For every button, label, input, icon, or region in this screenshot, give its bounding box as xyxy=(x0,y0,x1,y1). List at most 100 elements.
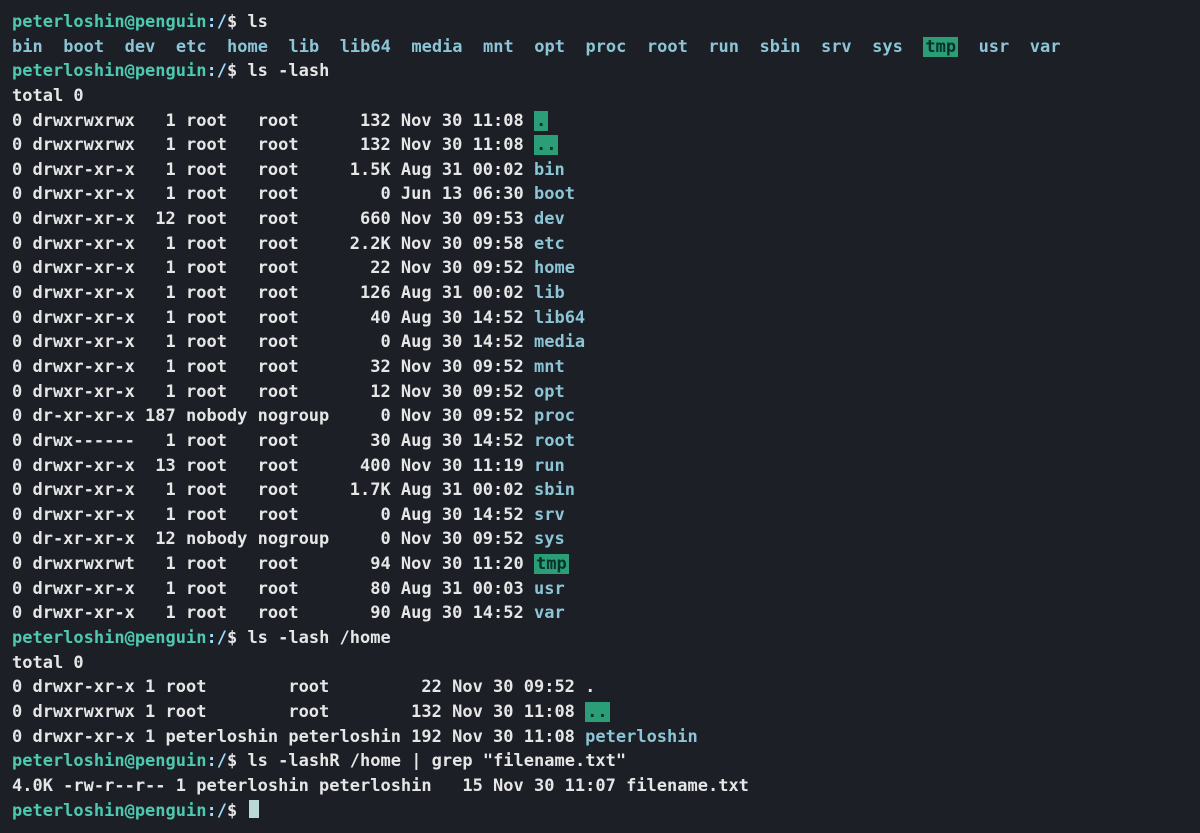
listing-row: 0 drwx------ 1 root root 30 Aug 30 14:52… xyxy=(12,429,1188,454)
ls-dir-proc: proc xyxy=(585,37,626,57)
list-row: 0 drwxrwxrwt 1 root root 94 Nov 30 11:20 xyxy=(12,554,534,574)
ls-dir-tmp: tmp xyxy=(923,37,958,57)
list-row: 0 drwxr-xr-x 1 root root 22 Nov 30 09:52 xyxy=(12,677,585,697)
prompt-path: :/ xyxy=(206,751,226,771)
ls-dir-mnt: mnt xyxy=(483,37,514,57)
list-row: 0 drwxr-xr-x 1 root root 80 Aug 31 00:03 xyxy=(12,579,534,599)
prompt-symbol: $ xyxy=(227,751,247,771)
grep-output: 4.0K -rw-r--r-- 1 peterloshin peterloshi… xyxy=(12,776,749,796)
listing-row: 0 drwxr-xr-x 1 root root 1.5K Aug 31 00:… xyxy=(12,158,1188,183)
file-name: . xyxy=(534,111,548,131)
listing-row: 0 drwxr-xr-x 12 root root 660 Nov 30 09:… xyxy=(12,207,1188,232)
ls-dir-lib64: lib64 xyxy=(340,37,391,57)
list-row: 0 drwxr-xr-x 1 root root 126 Aug 31 00:0… xyxy=(12,283,534,303)
total-line: total 0 xyxy=(12,653,84,673)
prompt-symbol: $ xyxy=(227,628,247,648)
ls-dir-run: run xyxy=(708,37,739,57)
command-ls: ls xyxy=(247,12,267,32)
prompt-user: peterloshin@penguin xyxy=(12,628,206,648)
list-row: 0 drwxr-xr-x 12 root root 660 Nov 30 09:… xyxy=(12,209,534,229)
listing-row: 0 drwxr-xr-x 1 root root 126 Aug 31 00:0… xyxy=(12,281,1188,306)
listing-row: 0 drwxr-xr-x 1 root root 12 Nov 30 09:52… xyxy=(12,380,1188,405)
listing-row: 0 drwxr-xr-x 1 root root 22 Nov 30 09:52… xyxy=(12,675,1188,700)
file-name: sys xyxy=(534,529,565,549)
prompt-user: peterloshin@penguin xyxy=(12,801,206,821)
file-name: home xyxy=(534,258,575,278)
listing-row: 0 drwxr-xr-x 1 root root 0 Aug 30 14:52 … xyxy=(12,503,1188,528)
file-name: usr xyxy=(534,579,565,599)
listing-row: 0 drwxr-xr-x 1 root root 2.2K Nov 30 09:… xyxy=(12,232,1188,257)
prompt-user: peterloshin@penguin xyxy=(12,12,206,32)
file-name: etc xyxy=(534,234,565,254)
ls-dir-lib: lib xyxy=(288,37,319,57)
prompt-line: peterloshin@penguin:/$ ls xyxy=(12,10,1188,35)
list-row: 0 drwxrwxrwx 1 root root 132 Nov 30 11:0… xyxy=(12,135,534,155)
listing-row: 0 drwxr-xr-x 1 root root 90 Aug 30 14:52… xyxy=(12,601,1188,626)
prompt-line: peterloshin@penguin:/$ ls -lash xyxy=(12,59,1188,84)
listing-row: 0 dr-xr-xr-x 187 nobody nogroup 0 Nov 30… xyxy=(12,404,1188,429)
ls-dir-usr: usr xyxy=(979,37,1010,57)
prompt-path: :/ xyxy=(206,12,226,32)
file-name: peterloshin xyxy=(585,727,698,747)
ls-dir-boot: boot xyxy=(63,37,104,57)
file-name: .. xyxy=(534,135,558,155)
list-row: 0 drwxr-xr-x 1 root root 40 Aug 30 14:52 xyxy=(12,308,534,328)
prompt-line: peterloshin@penguin:/$ ls -lash /home xyxy=(12,626,1188,651)
prompt-path: :/ xyxy=(206,628,226,648)
ls-dir-root: root xyxy=(647,37,688,57)
list-row: 0 drwxr-xr-x 13 root root 400 Nov 30 11:… xyxy=(12,456,534,476)
list-row: 0 drwxr-xr-x 1 root root 0 Jun 13 06:30 xyxy=(12,184,534,204)
file-name: dev xyxy=(534,209,565,229)
file-name: . xyxy=(585,677,595,697)
file-name: run xyxy=(534,456,565,476)
listing-row: 0 drwxr-xr-x 1 peterloshin peterloshin 1… xyxy=(12,725,1188,750)
file-name: lib xyxy=(534,283,565,303)
file-name: proc xyxy=(534,406,575,426)
listing-row: 0 drwxr-xr-x 1 root root 0 Jun 13 06:30 … xyxy=(12,182,1188,207)
ls-output: bin boot dev etc home lib lib64 media mn… xyxy=(12,35,1188,60)
listing-row: 0 drwxrwxrwx 1 root root 132 Nov 30 11:0… xyxy=(12,700,1188,725)
file-name: media xyxy=(534,332,585,352)
listing-row: 0 drwxrwxrwx 1 root root 132 Nov 30 11:0… xyxy=(12,133,1188,158)
command-ls-lash-home: ls -lash /home xyxy=(247,628,390,648)
ls-dir-etc: etc xyxy=(176,37,207,57)
ls-dir-media: media xyxy=(411,37,462,57)
prompt-user: peterloshin@penguin xyxy=(12,751,206,771)
list-row: 0 drwxr-xr-x 1 root root 1.7K Aug 31 00:… xyxy=(12,480,534,500)
ls-dir-sys: sys xyxy=(872,37,903,57)
command-grep: ls -lashR /home | grep "filename.txt" xyxy=(247,751,626,771)
file-name: lib64 xyxy=(534,308,585,328)
prompt-symbol: $ xyxy=(227,12,247,32)
list-row: 0 drwxrwxrwx 1 root root 132 Nov 30 11:0… xyxy=(12,111,534,131)
list-row: 0 drwxrwxrwx 1 root root 132 Nov 30 11:0… xyxy=(12,702,585,722)
list-row: 0 drwxr-xr-x 1 root root 0 Aug 30 14:52 xyxy=(12,505,534,525)
prompt-line: peterloshin@penguin:/$ xyxy=(12,799,1188,824)
total-line: total 0 xyxy=(12,86,84,106)
cursor[interactable] xyxy=(249,800,259,818)
terminal[interactable]: peterloshin@penguin:/$ lsbin boot dev et… xyxy=(0,0,1200,833)
file-name: root xyxy=(534,431,575,451)
listing-row: 0 drwxrwxrwt 1 root root 94 Nov 30 11:20… xyxy=(12,552,1188,577)
ls-dir-var: var xyxy=(1030,37,1061,57)
listing-row: 0 drwxr-xr-x 13 root root 400 Nov 30 11:… xyxy=(12,454,1188,479)
file-name: var xyxy=(534,603,565,623)
list-row: 0 drwxr-xr-x 1 root root 12 Nov 30 09:52 xyxy=(12,382,534,402)
ls-dir-home: home xyxy=(227,37,268,57)
file-name: boot xyxy=(534,184,575,204)
list-row: 0 dr-xr-xr-x 12 nobody nogroup 0 Nov 30 … xyxy=(12,529,534,549)
listing-row: 0 drwxrwxrwx 1 root root 132 Nov 30 11:0… xyxy=(12,109,1188,134)
list-row: 0 drwxr-xr-x 1 root root 22 Nov 30 09:52 xyxy=(12,258,534,278)
file-name: srv xyxy=(534,505,565,525)
listing-row: 0 drwxr-xr-x 1 root root 0 Aug 30 14:52 … xyxy=(12,330,1188,355)
list-row: 0 drwx------ 1 root root 30 Aug 30 14:52 xyxy=(12,431,534,451)
prompt-user: peterloshin@penguin xyxy=(12,61,206,81)
file-name: .. xyxy=(585,702,609,722)
list-row: 0 drwxr-xr-x 1 root root 0 Aug 30 14:52 xyxy=(12,332,534,352)
ls-dir-bin: bin xyxy=(12,37,43,57)
ls-dir-opt: opt xyxy=(534,37,565,57)
ls-dir-srv: srv xyxy=(821,37,852,57)
list-row: 0 drwxr-xr-x 1 root root 90 Aug 30 14:52 xyxy=(12,603,534,623)
file-name: opt xyxy=(534,382,565,402)
list-row: 0 drwxr-xr-x 1 root root 32 Nov 30 09:52 xyxy=(12,357,534,377)
listing-row: 0 drwxr-xr-x 1 root root 40 Aug 30 14:52… xyxy=(12,306,1188,331)
